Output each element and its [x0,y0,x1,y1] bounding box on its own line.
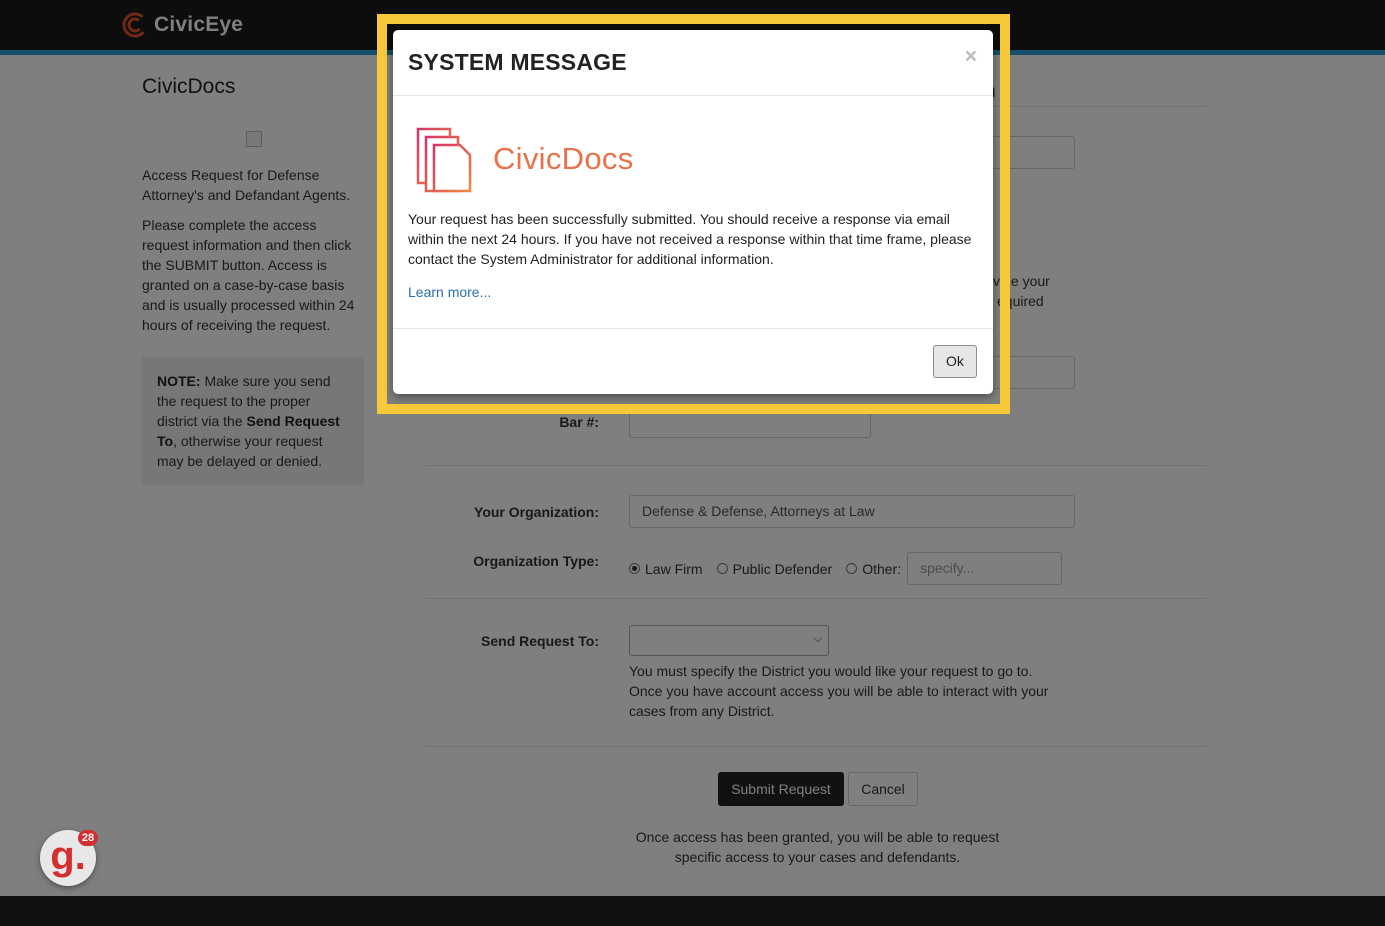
modal-message: Your request has been successfully submi… [408,211,972,267]
civicdocs-logo-icon [416,127,472,193]
modal-header: SYSTEM MESSAGE × [393,30,993,96]
system-message-dialog: SYSTEM MESSAGE × CivicDocs Your request … [393,30,993,394]
product-name: CivicDocs [493,141,634,176]
modal-title: SYSTEM MESSAGE [408,49,627,75]
modal-body: CivicDocs Your request has been successf… [393,96,993,329]
footer-bar [0,896,1385,926]
close-icon[interactable]: × [965,45,977,69]
ok-button[interactable]: Ok [933,345,977,378]
learn-more-link[interactable]: Learn more... [408,284,491,300]
notification-count-badge: 28 [78,830,98,846]
